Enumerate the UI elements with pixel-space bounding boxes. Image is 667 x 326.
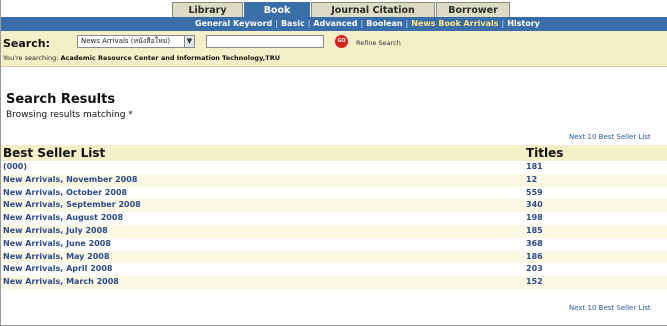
refine-search-link[interactable]: Refine Search <box>356 39 401 47</box>
results-table: (000) 181 New Arrivals, November 2008 12… <box>1 161 667 289</box>
tab-book-search[interactable]: Book Search <box>244 2 310 31</box>
table-row: New Arrivals, November 2008 12 <box>1 173 667 187</box>
search-label: Search: <box>3 37 50 50</box>
nav-advanced[interactable]: Advanced <box>313 19 357 28</box>
nav-news-book-arrivals[interactable]: News Book Arrivals <box>411 19 498 28</box>
tab-journal-citation-search[interactable]: Journal Citation Search <box>311 2 435 31</box>
nav-boolean[interactable]: Boolean <box>366 19 402 28</box>
search-scope-value: News Arrivals (หนังสือใหม่) <box>81 37 171 45</box>
list-link[interactable]: (000) <box>3 161 27 174</box>
browse-text: Browsing results matching * <box>6 110 133 120</box>
results-table-header: Best Seller List Titles <box>1 145 667 161</box>
titles-count: 186 <box>526 251 543 261</box>
titles-count: 198 <box>526 213 543 223</box>
titles-count: 203 <box>526 264 543 274</box>
top-tabs: Library Hours Book Search Journal Citati… <box>1 0 667 31</box>
search-type-links: General Keyword | Basic | Advanced | Boolean | N… <box>195 17 540 31</box>
titles-count: 181 <box>526 162 543 171</box>
nav-separator: | <box>405 19 409 28</box>
table-row: New Arrivals, July 2008 185 <box>1 224 667 238</box>
titles-count: 185 <box>526 225 543 235</box>
table-row: New Arrivals, September 2008 340 <box>1 199 667 213</box>
search-type-nav: General Keyword | Basic | Advanced | Boolean | N… <box>1 17 667 31</box>
list-link[interactable]: New Arrivals, April 2008 <box>3 263 112 276</box>
chevron-down-icon[interactable]: ▼ <box>184 36 194 47</box>
search-bar: Search: News Arrivals (หนังสือใหม่) ▼ GO… <box>1 31 667 67</box>
nav-separator: | <box>275 19 278 28</box>
titles-count: 368 <box>526 238 543 248</box>
nav-history[interactable]: History <box>507 19 540 28</box>
nav-basic[interactable]: Basic <box>281 19 305 28</box>
list-link[interactable]: New Arrivals, September 2008 <box>3 199 141 212</box>
search-input[interactable] <box>206 35 324 48</box>
tab-library-hours[interactable]: Library Hours <box>172 2 243 31</box>
search-scope-info: You're searching: Academic Resource Cent… <box>3 54 280 62</box>
list-link[interactable]: New Arrivals, March 2008 <box>3 276 119 289</box>
titles-count: 340 <box>526 200 543 210</box>
table-row: New Arrivals, March 2008 152 <box>1 276 667 289</box>
nav-separator: | <box>501 19 505 28</box>
table-row: New Arrivals, October 2008 559 <box>1 187 667 200</box>
table-row: New Arrivals, June 2008 368 <box>1 238 667 251</box>
list-link[interactable]: New Arrivals, November 2008 <box>3 174 137 187</box>
list-link[interactable]: New Arrivals, July 2008 <box>3 225 108 238</box>
list-link[interactable]: New Arrivals, October 2008 <box>3 187 127 200</box>
list-link[interactable]: New Arrivals, May 2008 <box>3 251 109 264</box>
titles-count: 559 <box>526 187 543 197</box>
titles-count: 12 <box>526 174 538 184</box>
next-10-link-bottom[interactable]: Next 10 Best Seller List <box>569 304 651 312</box>
table-row: New Arrivals, May 2008 186 <box>1 250 667 264</box>
list-link[interactable]: New Arrivals, August 2008 <box>3 212 123 225</box>
go-button[interactable]: GO <box>335 35 348 48</box>
scope-prefix: You're searching: <box>3 54 59 62</box>
scope-library-name: Academic Resource Center and Information… <box>60 54 281 62</box>
table-row: New Arrivals, April 2008 203 <box>1 263 667 276</box>
nav-separator: | <box>360 19 364 28</box>
page-title: Search Results <box>6 92 116 107</box>
list-link[interactable]: New Arrivals, June 2008 <box>3 238 111 251</box>
table-row: New Arrivals, August 2008 198 <box>1 212 667 225</box>
tab-borrower-info[interactable]: Borrower Info. <box>436 2 510 31</box>
search-scope-select[interactable]: News Arrivals (หนังสือใหม่) ▼ <box>77 35 195 48</box>
next-10-link-top[interactable]: Next 10 Best Seller List <box>569 133 651 141</box>
column-header-titles: Titles <box>526 146 564 160</box>
column-header-list: Best Seller List <box>3 146 106 160</box>
titles-count: 152 <box>526 277 543 287</box>
nav-general-keyword[interactable]: General Keyword <box>195 19 272 28</box>
page-frame: Library Hours Book Search Journal Citati… <box>0 0 667 326</box>
table-row: (000) 181 <box>1 161 667 174</box>
